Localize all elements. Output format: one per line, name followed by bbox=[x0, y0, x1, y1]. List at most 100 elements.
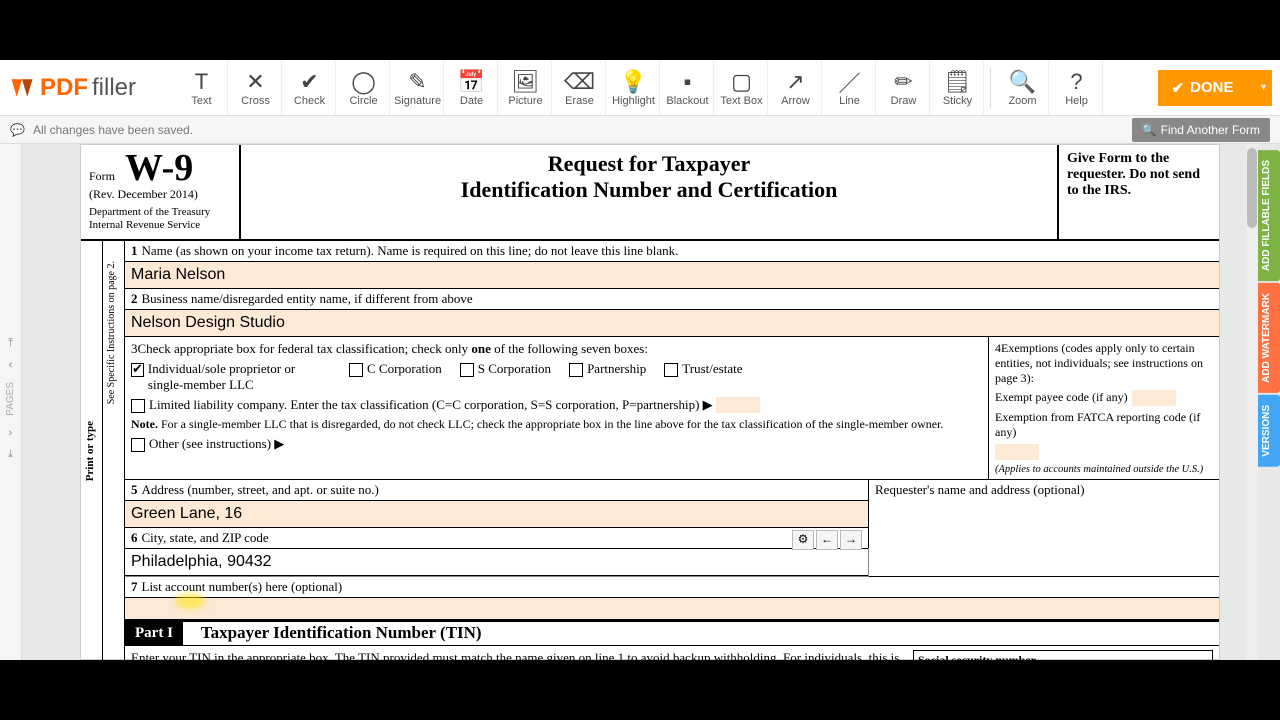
tool-cross[interactable]: ✕Cross bbox=[230, 61, 282, 115]
help-icon: ? bbox=[1070, 69, 1082, 95]
llc-note: Note. For a single-member LLC that is di… bbox=[131, 417, 982, 432]
tab-add-fillable-fields[interactable]: ADD FILLABLE FIELDS bbox=[1258, 150, 1280, 281]
highlight-icon: 💡 bbox=[620, 69, 647, 95]
checkbox-individual[interactable] bbox=[131, 363, 144, 377]
exempt-payee-field[interactable] bbox=[1132, 390, 1176, 406]
line7-label: 7List account number(s) here (optional) bbox=[125, 577, 1219, 598]
logo-text-filler: filler bbox=[92, 74, 136, 102]
page-next-button[interactable]: › bbox=[2, 424, 20, 442]
line3-label: 3Check appropriate box for federal tax c… bbox=[131, 341, 982, 357]
page-last-button[interactable]: ⤓ bbox=[2, 446, 20, 464]
line2-business-field[interactable]: Nelson Design Studio bbox=[125, 310, 1219, 337]
tool-signature[interactable]: ✎Signature bbox=[392, 61, 444, 115]
form-code: W-9 bbox=[125, 151, 193, 185]
done-button[interactable]: ✔DONE bbox=[1158, 70, 1272, 106]
checkbox-llc[interactable] bbox=[131, 399, 145, 413]
checkbox-trust[interactable] bbox=[664, 363, 678, 377]
fatca-note: (Applies to accounts maintained outside … bbox=[995, 464, 1213, 475]
line4-label: 4Exemptions (codes apply only to certain… bbox=[995, 341, 1213, 386]
checkbox-c-corp[interactable] bbox=[349, 363, 363, 377]
field-prev-button[interactable]: ← bbox=[816, 530, 838, 550]
tool-text[interactable]: TText bbox=[176, 61, 228, 115]
form-word: Form bbox=[89, 169, 115, 184]
chat-icon: 💬 bbox=[10, 123, 25, 137]
field-settings-button[interactable]: ⚙ bbox=[792, 530, 814, 550]
pages-label: PAGES bbox=[5, 382, 16, 416]
tab-add-watermark[interactable]: ADD WATERMARK bbox=[1258, 283, 1280, 393]
vertical-scrollbar[interactable] bbox=[1246, 144, 1258, 660]
checkbox-other[interactable] bbox=[131, 438, 145, 452]
page-prev-button[interactable]: ‹ bbox=[2, 356, 20, 374]
toolbar-divider bbox=[990, 68, 991, 108]
line6-label: 6City, state, and ZIP code ⚙ ← → bbox=[125, 528, 868, 549]
tool-sticky[interactable]: 🗒Sticky bbox=[932, 61, 984, 115]
line5-address-field[interactable]: Green Lane, 16 bbox=[125, 501, 868, 528]
line1-name-field[interactable]: Maria Nelson bbox=[125, 262, 1219, 289]
side-see-label: See Specific Instructions on page 2. bbox=[106, 261, 117, 404]
form-title-line1: Request for Taxpayer bbox=[251, 151, 1047, 177]
textbox-icon: ▢ bbox=[731, 69, 752, 95]
arrow-icon: ↗ bbox=[786, 69, 804, 95]
checkbox-partnership[interactable] bbox=[569, 363, 583, 377]
draw-icon: ✏ bbox=[894, 69, 912, 95]
fatca-label: Exemption from FATCA reporting code (if … bbox=[995, 410, 1213, 440]
tool-picture[interactable]: 🖼Picture bbox=[500, 61, 552, 115]
part1-badge: Part I bbox=[125, 622, 183, 645]
workspace: ⤒ ‹ PAGES › ⤓ Form W-9 (Rev. December 20… bbox=[0, 144, 1280, 660]
side-print-label: Print or type bbox=[84, 421, 96, 481]
tool-zoom[interactable]: 🔍Zoom bbox=[997, 61, 1049, 115]
sticky-icon: 🗒 bbox=[944, 69, 972, 95]
checkbox-s-corp[interactable] bbox=[460, 363, 474, 377]
find-another-form-button[interactable]: 🔍Find Another Form bbox=[1132, 118, 1270, 142]
circle-icon: ◯ bbox=[351, 69, 376, 95]
logo-icon bbox=[8, 74, 36, 102]
calendar-icon: 📅 bbox=[458, 69, 485, 95]
tool-line[interactable]: ／Line bbox=[824, 61, 876, 115]
search-icon: 🔍 bbox=[1142, 123, 1157, 137]
tool-highlight[interactable]: 💡Highlight bbox=[608, 61, 660, 115]
page-first-button[interactable]: ⤒ bbox=[2, 334, 20, 352]
line6-city-field[interactable]: Philadelphia, 90432 bbox=[125, 549, 868, 576]
tool-check[interactable]: ✔Check bbox=[284, 61, 336, 115]
check-icon: ✔ bbox=[1172, 79, 1185, 97]
form-title-line2: Identification Number and Certification bbox=[251, 177, 1047, 203]
signature-icon: ✎ bbox=[408, 69, 426, 95]
main-toolbar: PDFfiller TText ✕Cross ✔Check ◯Circle ✎S… bbox=[0, 60, 1280, 116]
check-icon: ✔ bbox=[300, 69, 318, 95]
tool-erase[interactable]: ⌫Erase bbox=[554, 61, 606, 115]
save-status: All changes have been saved. bbox=[33, 123, 193, 137]
tool-draw[interactable]: ✏Draw bbox=[878, 61, 930, 115]
picture-icon: 🖼 bbox=[512, 69, 540, 95]
fatca-field[interactable] bbox=[995, 444, 1039, 460]
tool-date[interactable]: 📅Date bbox=[446, 61, 498, 115]
zoom-icon: 🔍 bbox=[1009, 69, 1036, 95]
blackout-icon: ▪ bbox=[684, 69, 692, 95]
tin-instruction: Enter your TIN in the appropriate box. T… bbox=[131, 650, 913, 660]
app-logo: PDFfiller bbox=[8, 74, 136, 102]
logo-text-pdf: PDF bbox=[40, 74, 88, 102]
tool-blackout[interactable]: ▪Blackout bbox=[662, 61, 714, 115]
erase-icon: ⌫ bbox=[564, 69, 595, 95]
tool-circle[interactable]: ◯Circle bbox=[338, 61, 390, 115]
field-next-button[interactable]: → bbox=[840, 530, 862, 550]
page-viewport[interactable]: Form W-9 (Rev. December 2014) Department… bbox=[22, 144, 1258, 660]
part1-title: Taxpayer Identification Number (TIN) bbox=[183, 623, 482, 643]
cursor-highlight bbox=[175, 593, 205, 609]
line2-label: 2Business name/disregarded entity name, … bbox=[125, 289, 1219, 310]
tool-help[interactable]: ?Help bbox=[1051, 61, 1103, 115]
line7-account-field[interactable] bbox=[125, 598, 1219, 620]
form-revision: (Rev. December 2014) bbox=[89, 187, 231, 202]
line5-label: 5Address (number, street, and apt. or su… bbox=[125, 480, 868, 501]
ssn-label: Social security number bbox=[913, 650, 1213, 660]
text-icon: T bbox=[195, 69, 208, 95]
right-rail: ADD FILLABLE FIELDS ADD WATERMARK VERSIO… bbox=[1258, 144, 1280, 660]
tool-textbox[interactable]: ▢Text Box bbox=[716, 61, 768, 115]
tab-versions[interactable]: VERSIONS bbox=[1258, 395, 1280, 467]
line-icon: ／ bbox=[839, 69, 861, 95]
tool-arrow[interactable]: ↗Arrow bbox=[770, 61, 822, 115]
form-dept: Department of the TreasuryInternal Reven… bbox=[89, 206, 231, 232]
llc-classification-field[interactable] bbox=[716, 397, 760, 413]
requester-label: Requester's name and address (optional) bbox=[869, 480, 1219, 576]
left-pages-rail: ⤒ ‹ PAGES › ⤓ bbox=[0, 144, 22, 660]
form-instruction-give: Give Form to the requester. Do not send … bbox=[1059, 145, 1219, 239]
